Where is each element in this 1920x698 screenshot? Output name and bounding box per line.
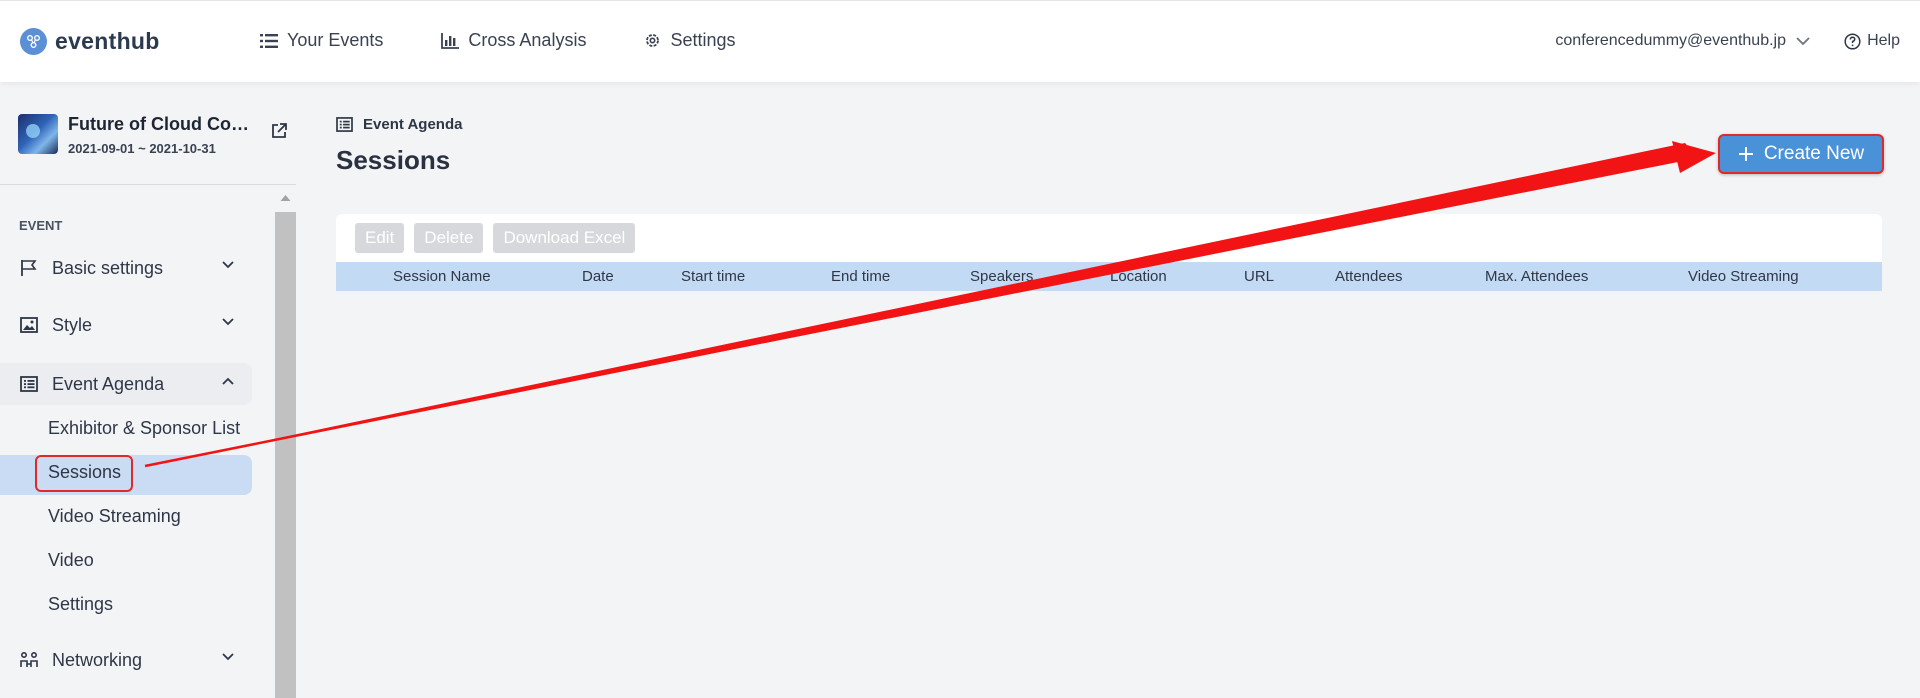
column-header-location[interactable]: Location <box>1110 268 1167 285</box>
nav-your-events[interactable]: Your Events <box>260 30 383 51</box>
table-header-row: Session Name Date Start time End time Sp… <box>336 262 1882 291</box>
top-navigation-bar: eventhub Your Events Cross Analysis Sett… <box>0 0 1920 82</box>
list-icon <box>260 33 278 48</box>
delete-button[interactable]: Delete <box>414 223 484 253</box>
column-header-session-name[interactable]: Session Name <box>393 268 491 285</box>
sidebar-subitem-video-streaming[interactable]: Video Streaming <box>48 506 181 527</box>
sidebar-item-label: Event Agenda <box>52 373 165 394</box>
download-excel-button[interactable]: Download Excel <box>493 223 636 253</box>
external-link-icon[interactable] <box>270 122 288 145</box>
column-header-speakers[interactable]: Speakers <box>970 268 1033 285</box>
nav-label: Your Events <box>287 30 384 50</box>
event-dates: 2021-09-01 ~ 2021-10-31 <box>68 141 216 156</box>
create-new-button[interactable]: Create New <box>1718 134 1884 174</box>
sidebar-subitem-video[interactable]: Video <box>48 550 94 571</box>
sessions-table-panel: Edit Delete Download Excel Session Name … <box>336 214 1882 291</box>
account-menu[interactable]: conferencedummy@eventhub.jp <box>1555 32 1810 50</box>
sidebar-scrollbar[interactable] <box>275 190 296 698</box>
sidebar-subitem-exhibitor-sponsor-list[interactable]: Exhibitor & Sponsor List <box>48 418 240 439</box>
image-icon <box>20 317 38 333</box>
scrollbar-thumb[interactable] <box>275 212 296 698</box>
column-header-max-attendees[interactable]: Max. Attendees <box>1485 268 1588 285</box>
sidebar-item-networking[interactable]: Networking <box>0 639 252 681</box>
sidebar-item-basic-settings[interactable]: Basic settings <box>0 247 252 289</box>
networking-icon <box>20 651 38 667</box>
sidebar-item-label: Networking <box>52 649 143 670</box>
sidebar-item-label: Style <box>52 314 93 335</box>
chevron-down-icon <box>222 653 234 661</box>
sidebar-section-label: EVENT <box>19 218 63 233</box>
plus-icon <box>1738 147 1753 161</box>
nav-settings[interactable]: Settings <box>644 30 736 51</box>
help-link[interactable]: Help <box>1844 32 1900 50</box>
create-new-label: Create New <box>1763 143 1865 164</box>
help-icon <box>1844 32 1861 50</box>
nav-cross-analysis[interactable]: Cross Analysis <box>441 30 586 51</box>
agenda-icon <box>20 376 38 392</box>
breadcrumb-label: Event Agenda <box>363 116 463 133</box>
bar-chart-icon <box>441 32 460 49</box>
brand[interactable]: eventhub <box>20 28 160 55</box>
sidebar-subitem-settings[interactable]: Settings <box>48 594 113 615</box>
event-title: Future of Cloud Co… <box>68 114 249 134</box>
column-header-date[interactable]: Date <box>582 268 614 285</box>
sidebar-item-style[interactable]: Style <box>0 304 252 346</box>
chevron-down-icon <box>1796 36 1810 45</box>
brand-name: eventhub <box>55 28 160 54</box>
sidebar: Future of Cloud Co… 2021-09-01 ~ 2021-10… <box>0 82 296 698</box>
sidebar-divider <box>0 184 296 185</box>
sessions-highlight-box <box>35 455 133 492</box>
chevron-down-icon <box>222 318 234 326</box>
account-email: conferencedummy@eventhub.jp <box>1555 32 1786 49</box>
column-header-start-time[interactable]: Start time <box>681 268 745 285</box>
column-header-url[interactable]: URL <box>1244 268 1274 285</box>
event-card: Future of Cloud Co… 2021-09-01 ~ 2021-10… <box>18 114 288 156</box>
eventhub-logo-icon <box>20 28 47 55</box>
nav-label: Cross Analysis <box>468 30 587 50</box>
sidebar-item-label: Basic settings <box>52 257 164 278</box>
chevron-up-icon <box>222 377 234 385</box>
column-header-attendees[interactable]: Attendees <box>1335 268 1403 285</box>
help-label: Help <box>1867 32 1900 49</box>
scroll-up-arrow-icon[interactable] <box>280 194 291 202</box>
table-toolbar: Edit Delete Download Excel <box>355 223 636 253</box>
nav-label: Settings <box>670 30 736 50</box>
main-nav: Your Events Cross Analysis Settings <box>260 30 736 51</box>
breadcrumb: Event Agenda <box>336 116 462 133</box>
page-title: Sessions <box>336 145 451 175</box>
column-header-end-time[interactable]: End time <box>831 268 890 285</box>
sidebar-item-event-agenda[interactable]: Event Agenda <box>0 363 252 405</box>
gear-icon <box>646 34 660 47</box>
event-info: Future of Cloud Co… 2021-09-01 ~ 2021-10… <box>68 114 250 156</box>
edit-button[interactable]: Edit <box>355 223 405 253</box>
flag-icon <box>21 260 37 276</box>
agenda-icon <box>336 117 353 132</box>
chevron-down-icon <box>222 261 234 269</box>
column-header-video-streaming[interactable]: Video Streaming <box>1688 268 1799 285</box>
event-thumbnail <box>18 114 58 154</box>
